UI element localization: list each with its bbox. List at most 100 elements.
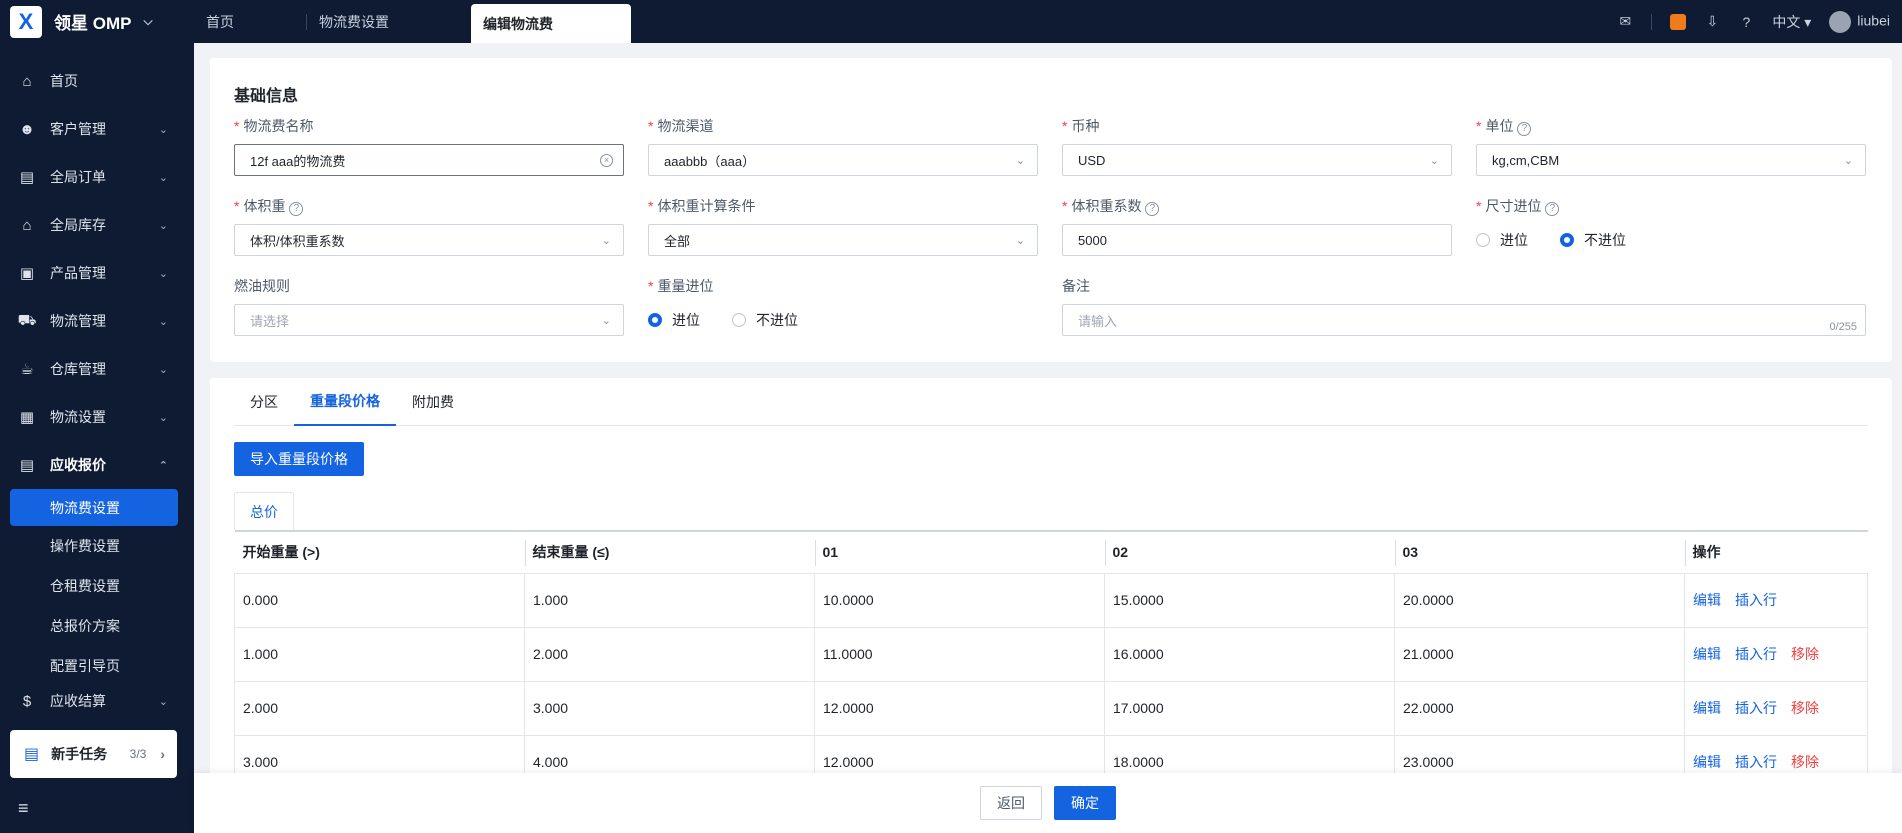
sidebar-sub-total-quote[interactable]: 总报价方案: [0, 606, 194, 646]
back-button[interactable]: 返回: [980, 786, 1042, 820]
unit-select[interactable]: kg,cm,CBM ⌄: [1476, 144, 1866, 176]
select-value: USD: [1078, 152, 1106, 168]
sidebar-item-orders[interactable]: ▤ 全局订单 ⌄: [0, 153, 194, 201]
tab-edit-logistics-fee[interactable]: 编辑物流费: [471, 4, 631, 43]
tab-weight-price[interactable]: 重量段价格: [294, 378, 396, 426]
column-header: 结束重量 (≤): [524, 530, 815, 574]
home-icon: ⌂: [22, 72, 32, 90]
tab-surcharge[interactable]: 附加费: [396, 378, 470, 426]
tab-zones[interactable]: 分区: [234, 378, 294, 426]
field-name: * 物流费名称 12f aaa的物流费 ×: [234, 116, 624, 196]
edit-link[interactable]: 编辑: [1693, 646, 1721, 662]
task-icon: ▤: [24, 746, 40, 763]
remark-textarea[interactable]: 请输入 0/255: [1062, 304, 1866, 336]
clear-icon[interactable]: ×: [600, 153, 613, 167]
sidebar-item-products[interactable]: ▣ 产品管理 ⌄: [0, 249, 194, 297]
sidebar-item-settlement[interactable]: $ 应收结算 ⌄: [0, 686, 194, 716]
field-volume-factor: * 体积重系数? 5000: [1062, 196, 1452, 276]
sidebar-item-home[interactable]: ⌂ 首页: [0, 57, 194, 105]
sidebar-item-logistics-settings[interactable]: ▦ 物流设置 ⌄: [0, 393, 194, 441]
input-value: 12f aaa的物流费: [250, 153, 346, 169]
tab-logistics-fee-settings[interactable]: 物流费设置: [307, 0, 401, 43]
char-count: 0/255: [1829, 321, 1857, 333]
edit-link[interactable]: 编辑: [1693, 700, 1721, 716]
sidebar-item-receivable-quote[interactable]: ▤ 应收报价 ⌃: [0, 441, 194, 489]
fuel-rule-select[interactable]: 请选择 ⌄: [234, 304, 624, 336]
tab-home[interactable]: 首页: [194, 0, 246, 43]
help-icon[interactable]: ?: [289, 202, 304, 216]
edit-link[interactable]: 编辑: [1693, 592, 1721, 608]
confirm-button[interactable]: 确定: [1054, 786, 1116, 820]
inbox-icon[interactable]: ✉: [1617, 13, 1633, 30]
username: liubei: [1857, 12, 1890, 29]
chevron-down-icon: ⌄: [158, 695, 168, 708]
insert-row-link[interactable]: 插入行: [1735, 592, 1777, 608]
currency-select[interactable]: USD ⌄: [1062, 144, 1452, 176]
weight-round-radio-yes[interactable]: 进位: [648, 310, 700, 330]
insert-row-link[interactable]: 插入行: [1735, 700, 1777, 716]
radio-label: 不进位: [1584, 232, 1626, 248]
field-label: 物流渠道: [657, 118, 714, 134]
radio-circle: [732, 313, 746, 327]
sidebar-item-label: 产品管理: [50, 265, 106, 281]
app-switcher[interactable]: X 领星 OMP ⌵: [0, 0, 194, 43]
insert-row-link[interactable]: 插入行: [1735, 754, 1777, 770]
volume-weight-select[interactable]: 体积/体积重系数 ⌄: [234, 224, 624, 256]
help-icon[interactable]: ?: [1517, 122, 1532, 136]
logistics-channel-select[interactable]: aaabbb（aaa） ⌄: [648, 144, 1038, 176]
cell-actions: 编辑 插入行: [1684, 573, 1868, 628]
remove-link[interactable]: 移除: [1791, 700, 1819, 716]
new-task-panel[interactable]: ▤ 新手任务 3/3 ›: [10, 730, 177, 778]
main-content: 基础信息 * 物流费名称 12f aaa的物流费 × * 物流渠道 aaabbb（aa…: [210, 58, 1892, 798]
cell-end: 1.000: [524, 573, 815, 628]
size-round-radio-no[interactable]: 不进位: [1560, 230, 1626, 250]
sidebar-item-logistics[interactable]: ⛟ 物流管理 ⌄: [0, 297, 194, 345]
sidebar-sub-operation-fee[interactable]: 操作费设置: [0, 526, 194, 566]
import-weight-price-button[interactable]: 导入重量段价格: [234, 442, 364, 476]
chevron-down-icon: ⌄: [601, 234, 611, 247]
sidebar-sub-logistics-fee[interactable]: 物流费设置: [10, 489, 178, 526]
column-header: 03: [1394, 530, 1685, 574]
logistics-fee-name-input[interactable]: 12f aaa的物流费 ×: [234, 144, 624, 176]
sidebar-sub-storage-fee[interactable]: 仓租费设置: [0, 566, 194, 606]
volume-factor-input[interactable]: 5000: [1062, 224, 1452, 256]
download-icon[interactable]: ⇩: [1704, 13, 1720, 30]
help-icon[interactable]: ?: [1545, 202, 1560, 216]
collapse-menu-icon[interactable]: ≡: [18, 798, 29, 819]
field-label: 体积重: [243, 198, 286, 214]
sidebar-item-inventory[interactable]: ⌂ 全局库存 ⌄: [0, 201, 194, 249]
basic-info-card: 基础信息 * 物流费名称 12f aaa的物流费 × * 物流渠道 aaabbb（aa…: [210, 58, 1892, 362]
sidebar-item-warehouse[interactable]: ☕ 仓库管理 ⌄: [0, 345, 194, 393]
select-placeholder: 请选择: [250, 313, 290, 329]
user-menu[interactable]: liubei: [1829, 10, 1890, 33]
select-value: 体积/体积重系数: [250, 233, 345, 249]
field-label: 单位: [1485, 118, 1514, 134]
sidebar-sub-guide[interactable]: 配置引导页: [0, 646, 194, 686]
field-label: 燃油规则: [234, 278, 290, 294]
edit-link[interactable]: 编辑: [1693, 754, 1721, 770]
cell-end: 2.000: [524, 627, 815, 682]
chevron-down-icon: ⌄: [158, 123, 168, 136]
chevron-down-icon: ⌄: [158, 411, 168, 424]
sidebar-item-customer[interactable]: ☻ 客户管理 ⌄: [0, 105, 194, 153]
robot-icon[interactable]: [1670, 13, 1687, 30]
table-row: 0.000 1.000 10.0000 15.0000 20.0000 编辑 插入…: [234, 573, 1868, 628]
table-row: 2.000 3.000 12.0000 17.0000 22.0000 编辑 插入…: [234, 681, 1868, 736]
top-actions: ✉ ⇩ ? 中文 ▾ liubei: [1617, 0, 1902, 43]
remove-link[interactable]: 移除: [1791, 646, 1819, 662]
language-selector[interactable]: 中文 ▾: [1772, 12, 1811, 32]
tab-total-price[interactable]: 总价: [234, 492, 294, 530]
input-value: 5000: [1078, 232, 1107, 248]
weight-round-radio-no[interactable]: 不进位: [732, 310, 798, 330]
help-icon[interactable]: ?: [1145, 202, 1160, 216]
help-icon[interactable]: ?: [1738, 14, 1754, 30]
customer-icon: ☻: [19, 120, 35, 138]
chevron-down-icon: ⌄: [158, 315, 168, 328]
insert-row-link[interactable]: 插入行: [1735, 646, 1777, 662]
remove-link[interactable]: 移除: [1791, 754, 1819, 770]
app-logo: X: [10, 5, 42, 38]
volume-condition-select[interactable]: 全部 ⌄: [648, 224, 1038, 256]
size-round-radio-yes[interactable]: 进位: [1476, 230, 1528, 250]
field-fuel-rule: 燃油规则 请选择 ⌄: [234, 276, 624, 356]
chevron-down-icon: ⌵: [143, 14, 153, 28]
